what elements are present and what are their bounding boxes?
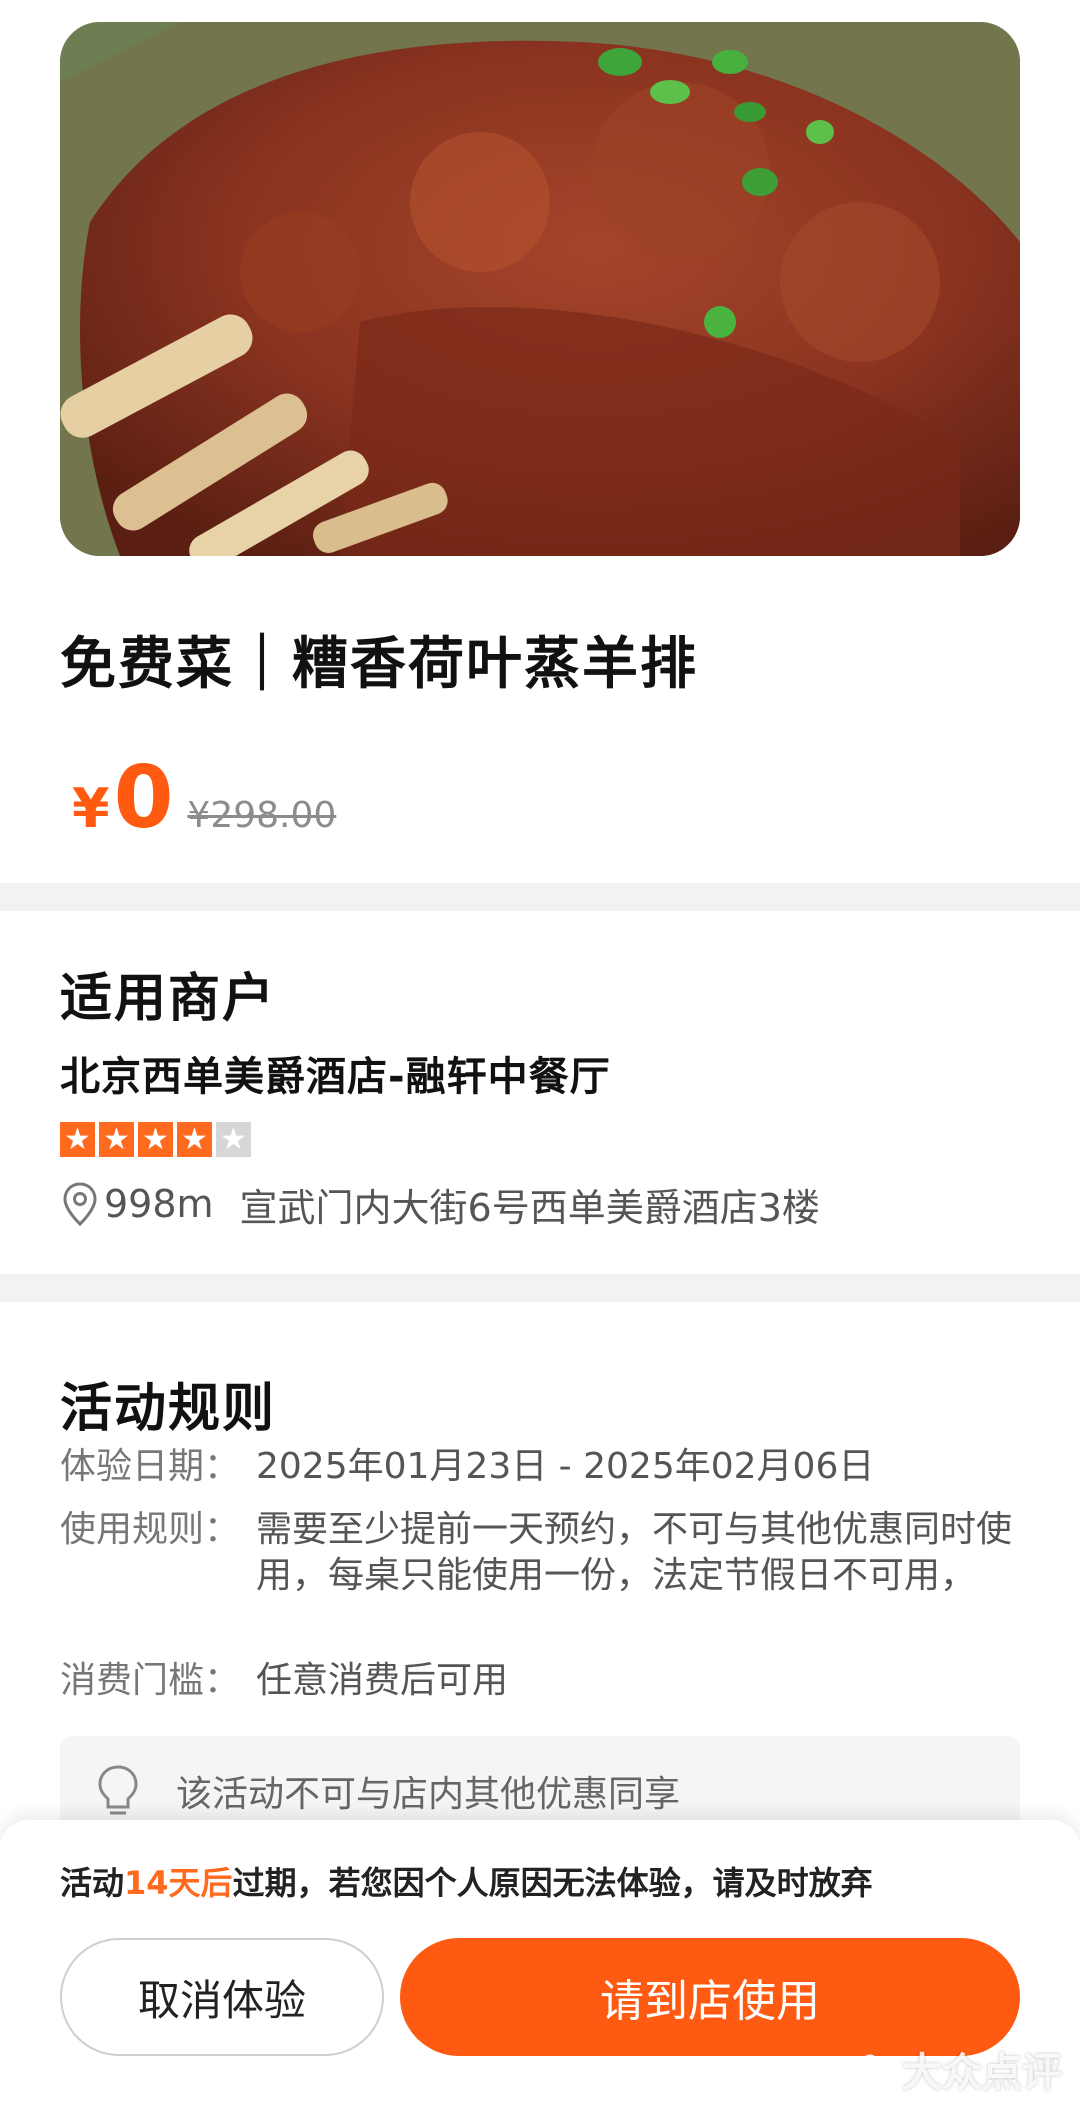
rule-row: 体验日期： 2025年01月23日 - 2025年02月06日: [60, 1444, 1016, 1490]
star-icon: ★: [138, 1122, 173, 1157]
expiry-notice: 活动14天后过期，若您因个人原因无法体验，请及时放弃: [60, 1858, 873, 1904]
location-pin-icon: [63, 1182, 97, 1227]
notice-suffix: 过期，若您因个人原因无法体验，请及时放弃: [232, 1864, 873, 1902]
watermark-text: 大众点评: [902, 2050, 1062, 2096]
price-row: ¥ 0 ¥298.00: [72, 748, 337, 848]
star-icon: ★: [99, 1122, 134, 1157]
watermark: 大众点评: [856, 2040, 1062, 2098]
price-original: ¥298.00: [187, 795, 337, 836]
merchant-section-title: 适用商户: [60, 969, 277, 1029]
rating-stars: ★ ★ ★ ★ ★: [60, 1122, 251, 1157]
dish-title: 免费菜｜糟香荷叶蒸羊排: [60, 632, 698, 697]
rule-label: 消费门槛：: [60, 1660, 241, 1701]
star-icon: ★: [60, 1122, 95, 1157]
price-currency: ¥: [72, 777, 110, 840]
rule-row: 使用规则： 需要至少提前一天预约，不可与其他优惠同时使用，每桌只能使用一份，法定…: [60, 1507, 1016, 1599]
deal-detail-page: 免费菜｜糟香荷叶蒸羊排 ¥ 0 ¥298.00 适用商户 北京西单美爵酒店-融轩…: [0, 0, 1080, 2108]
bottom-action-bar: 活动14天后过期，若您因个人原因无法体验，请及时放弃 取消体验 请到店使用 大众…: [0, 1820, 1080, 2108]
section-divider: [0, 1274, 1080, 1302]
rule-label: 使用规则：: [60, 1509, 241, 1550]
cancel-experience-button[interactable]: 取消体验: [60, 1938, 384, 2056]
dianping-logo-icon: [861, 2054, 893, 2084]
merchant-name[interactable]: 北京西单美爵酒店-融轩中餐厅: [60, 1044, 611, 1102]
address-row[interactable]: 998m 宣武门内大街6号西单美爵酒店3楼: [60, 1176, 820, 1232]
rule-row: 消费门槛： 任意消费后可用: [60, 1658, 1016, 1704]
lightbulb-icon: [98, 1765, 138, 1815]
price-current: 0: [113, 748, 174, 848]
rule-value: 需要至少提前一天预约，不可与其他优惠同时使用，每桌只能使用一份，法定节假日不可用…: [256, 1509, 1013, 1596]
use-in-store-button[interactable]: 请到店使用: [400, 1938, 1020, 2056]
notice-prefix: 活动: [60, 1864, 125, 1902]
rule-value: 任意消费后可用: [256, 1660, 509, 1701]
star-empty-icon: ★: [216, 1122, 251, 1157]
dish-photo: [60, 22, 1020, 556]
rule-label: 体验日期：: [60, 1446, 241, 1487]
rule-value: 2025年01月23日 - 2025年02月06日: [256, 1446, 875, 1487]
address: 宣武门内大街6号西单美爵酒店3楼: [239, 1185, 820, 1230]
distance: 998m: [104, 1182, 214, 1226]
section-divider: [0, 883, 1080, 911]
rules-section-title: 活动规则: [60, 1379, 277, 1439]
tip-text: 该活动不可与店内其他优惠同享: [176, 1774, 681, 1815]
notice-highlight: 14天后: [124, 1864, 233, 1902]
star-icon: ★: [177, 1122, 212, 1157]
